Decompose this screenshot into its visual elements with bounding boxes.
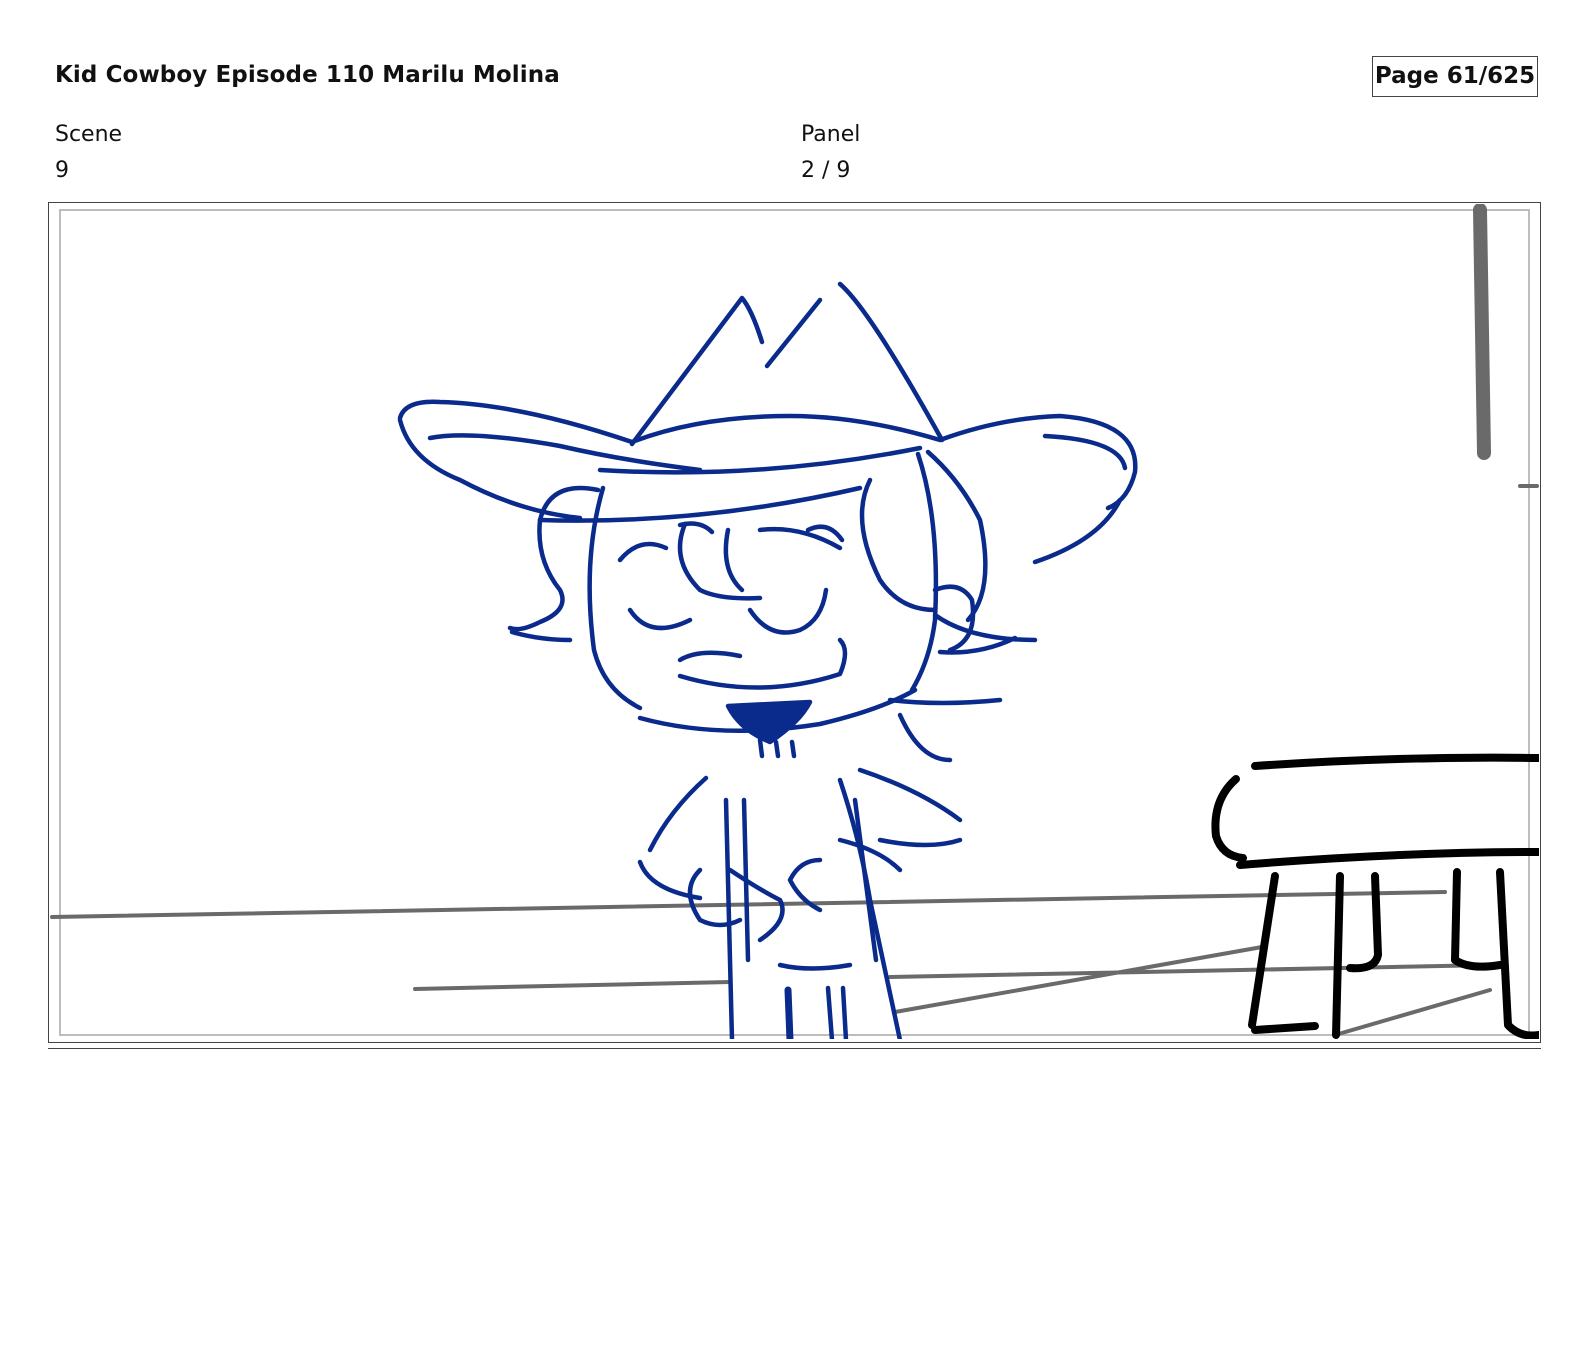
storyboard-drawing <box>50 204 1539 1039</box>
character-sketch <box>397 281 1138 1039</box>
